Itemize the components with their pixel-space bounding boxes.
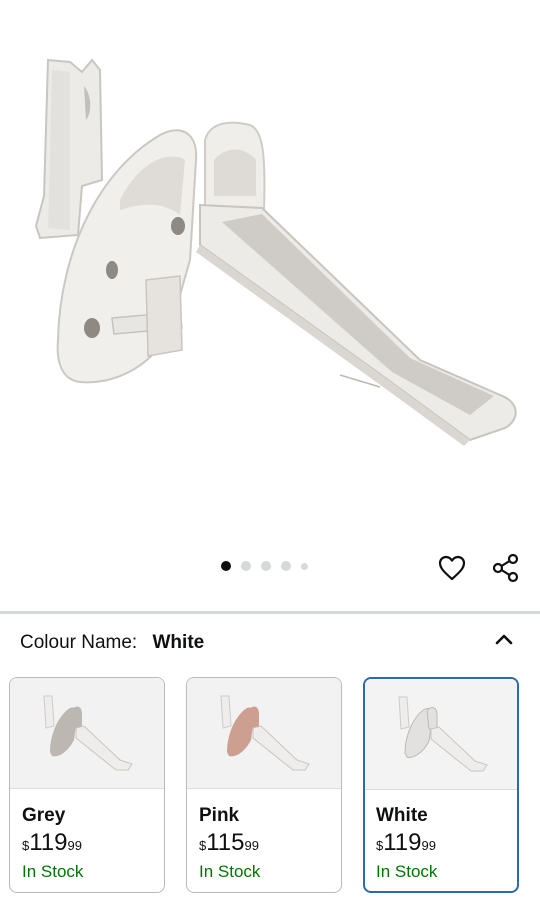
chevron-up-icon [495, 634, 513, 645]
price-fraction: 99 [67, 838, 82, 853]
option-name: Pink [199, 805, 240, 826]
colour-option-white[interactable]: White $11999 In Stock [363, 677, 519, 893]
option-price: $11999 [376, 830, 436, 856]
colour-option-grey[interactable]: Grey $11999 In Stock [9, 677, 165, 893]
price-currency: $ [22, 838, 30, 853]
option-price: $11999 [22, 830, 82, 856]
carousel-dot-2[interactable] [241, 561, 251, 571]
colour-option-pink[interactable]: Pink $11599 In Stock [186, 677, 342, 893]
colour-selector-header: Colour Name: White [20, 632, 204, 654]
slide-thumbnail-image [220, 695, 310, 771]
colour-options: Grey $11999 In Stock Pink $11599 In Stoc… [9, 677, 521, 893]
price-fraction: 99 [421, 838, 436, 853]
price-whole: 119 [29, 829, 68, 856]
section-divider [0, 611, 540, 614]
image-carousel-indicator[interactable] [221, 561, 308, 571]
price-fraction: 99 [244, 838, 259, 853]
collapse-colour-button[interactable] [490, 627, 518, 651]
price-currency: $ [199, 838, 207, 853]
stock-status: In Stock [376, 862, 438, 881]
slide-illustration [34, 58, 517, 446]
price-whole: 119 [383, 829, 422, 856]
option-thumbnail [365, 679, 517, 790]
price-currency: $ [376, 838, 384, 853]
share-icon [492, 553, 519, 583]
price-whole: 115 [206, 829, 245, 856]
stock-status: In Stock [199, 862, 261, 881]
product-image[interactable] [0, 0, 540, 548]
selected-colour: White [152, 632, 205, 653]
option-name: Grey [22, 805, 66, 826]
colour-label: Colour Name: [20, 632, 138, 653]
slide-thumbnail-image [43, 695, 133, 771]
share-button[interactable] [486, 548, 526, 588]
option-thumbnail [187, 678, 341, 789]
stock-status: In Stock [22, 862, 84, 881]
carousel-dot-5[interactable] [301, 562, 308, 570]
option-name: White [376, 805, 428, 826]
carousel-dot-4[interactable] [281, 561, 291, 571]
carousel-dot-1[interactable] [221, 561, 231, 571]
carousel-dot-3[interactable] [261, 561, 271, 571]
option-thumbnail [10, 678, 164, 789]
option-price: $11599 [199, 830, 259, 856]
slide-thumbnail-image [398, 696, 488, 772]
heart-icon [438, 555, 466, 581]
add-to-wishlist-button[interactable] [432, 548, 472, 588]
